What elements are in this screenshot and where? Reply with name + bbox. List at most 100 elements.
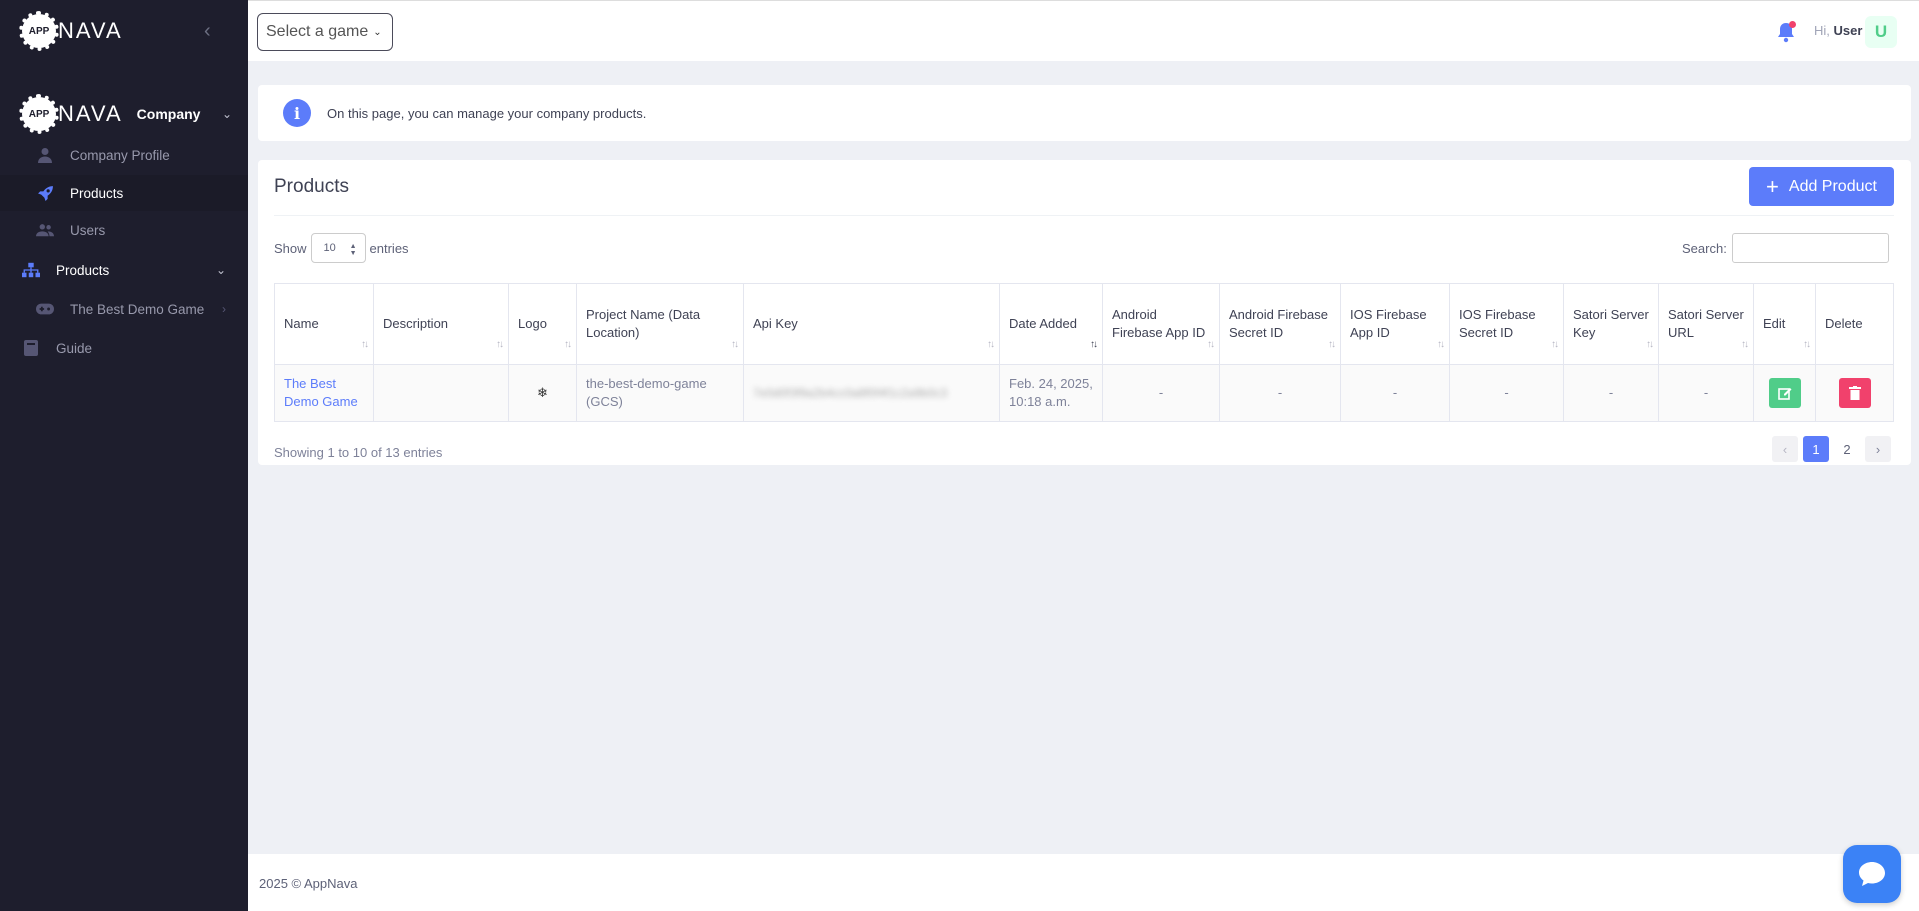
column-header-logo[interactable]: Logo ↑↓	[508, 283, 577, 365]
product-name-link[interactable]: The Best Demo Game	[284, 376, 358, 409]
cell-edit	[1753, 364, 1816, 422]
page-length-control: Show 10 ▲ ▼ entries	[274, 233, 409, 263]
sidebar-item-guide[interactable]: Guide	[0, 330, 248, 366]
user-greeting[interactable]: Hi, User	[1814, 23, 1862, 38]
sort-icon: ↑↓	[1741, 339, 1749, 350]
cell-satori-url: -	[1658, 364, 1754, 422]
sidebar-item-users[interactable]: Users	[0, 212, 248, 248]
user-icon	[36, 146, 54, 164]
sort-icon: ↑↓	[1437, 339, 1445, 350]
sidebar-item-label: Company Profile	[70, 147, 170, 163]
product-logo-icon: ❄	[537, 385, 548, 400]
chevron-down-icon: ⌄	[215, 263, 226, 277]
column-header-name[interactable]: Name ↑↓	[274, 283, 374, 365]
products-section-label: Products	[56, 262, 110, 278]
cell-satori-key: -	[1563, 364, 1659, 422]
edit-button[interactable]	[1768, 378, 1801, 408]
sidebar: APP NAVA ‹ APP NAVA Company ⌄ Company Pr…	[0, 0, 248, 911]
sidebar-item-label: Products	[70, 185, 124, 201]
column-header-date-added[interactable]: Date Added ↑↓	[999, 283, 1103, 365]
footer: 2025 © AppNava	[248, 854, 1919, 911]
cell-date-added: Feb. 24, 2025, 10:18 a.m.	[999, 364, 1103, 422]
column-header-android-secret-id[interactable]: Android Firebase Secret ID ↑↓	[1219, 283, 1341, 365]
column-header-description[interactable]: Description ↑↓	[373, 283, 509, 365]
show-label: Show	[274, 240, 307, 256]
info-icon: i	[283, 99, 311, 127]
cell-name: The Best Demo Game	[274, 364, 374, 422]
sidebar-item-the-best-demo-game[interactable]: The Best Demo Game ›	[0, 291, 248, 327]
cell-ios-secret-id: -	[1449, 364, 1564, 422]
cell-description	[373, 364, 509, 422]
entries-label: entries	[369, 240, 409, 256]
notification-bell-icon[interactable]	[1776, 21, 1798, 43]
sidebar-item-label: Guide	[56, 340, 93, 356]
cell-api-key: 7e0d0f3f9a2b4cc0a8f0f4f1c2a9b0c3	[743, 364, 1000, 422]
info-banner: i On this page, you can manage your comp…	[258, 85, 1911, 141]
company-section-toggle[interactable]: APP NAVA Company ⌄	[19, 94, 232, 134]
cell-ios-app-id: -	[1340, 364, 1450, 422]
page-button-1[interactable]: 1	[1803, 436, 1829, 462]
chat-launcher-button[interactable]	[1843, 845, 1901, 903]
game-select-dropdown[interactable]: Select a game ⌄	[257, 13, 393, 51]
delete-button[interactable]	[1838, 378, 1871, 408]
column-header-project-name[interactable]: Project Name (Data Location) ↑↓	[576, 283, 744, 365]
company-logo-wordmark: NAVA	[58, 101, 123, 126]
add-product-label: Add Product	[1788, 177, 1877, 195]
sidebar-item-company-profile[interactable]: Company Profile	[0, 137, 248, 173]
brand-logo[interactable]: APP NAVA	[19, 11, 123, 51]
info-message: On this page, you can manage your compan…	[327, 105, 647, 121]
sort-icon: ↑↓	[496, 339, 504, 350]
column-header-api-key[interactable]: Api Key ↑↓	[743, 283, 1000, 365]
sort-descending-icon: ↑↓	[1090, 339, 1098, 350]
user-name: User	[1833, 23, 1863, 38]
users-icon	[36, 221, 54, 239]
api-key-value: 7e0d0f3f9a2b4cc0a8f0f4f1c2a9b0c3	[753, 386, 948, 400]
notification-dot	[1789, 21, 1796, 28]
cell-project-name: the-best-demo-game (GCS)	[576, 364, 744, 422]
page-button-2[interactable]: 2	[1834, 436, 1860, 462]
previous-page-button[interactable]: ‹	[1772, 436, 1798, 462]
column-header-android-app-id[interactable]: Android Firebase App ID ↑↓	[1102, 283, 1220, 365]
divider	[274, 215, 1894, 216]
edit-icon	[1777, 388, 1791, 400]
gamepad-icon	[36, 300, 54, 318]
cell-logo: ❄	[508, 364, 577, 422]
chevron-down-icon: ⌄	[373, 26, 382, 38]
sort-icon: ↑↓	[564, 339, 572, 350]
search-label: Search:	[1682, 240, 1727, 256]
trash-icon	[1848, 386, 1861, 400]
sidebar-item-label: The Best Demo Game	[70, 301, 205, 317]
sort-icon: ↑↓	[1551, 339, 1559, 350]
page-title: Products	[274, 176, 349, 197]
copyright: 2025 © AppNava	[259, 876, 358, 891]
chevron-right-icon: ›	[222, 302, 226, 316]
next-page-button[interactable]: ›	[1865, 436, 1891, 462]
game-select-placeholder: Select a game	[266, 23, 369, 40]
rocket-icon	[36, 184, 54, 202]
top-header: Select a game ⌄ Hi, User U	[248, 0, 1919, 61]
gear-logo-icon: APP	[19, 11, 59, 51]
column-header-ios-app-id[interactable]: IOS Firebase App ID ↑↓	[1340, 283, 1450, 365]
products-section-toggle[interactable]: Products ⌄	[0, 252, 248, 288]
column-header-satori-url[interactable]: Satori Server URL ↑↓	[1658, 283, 1754, 365]
avatar[interactable]: U	[1865, 16, 1897, 48]
column-header-edit[interactable]: Edit ↑↓	[1753, 283, 1816, 365]
table-info: Showing 1 to 10 of 13 entries	[274, 445, 443, 460]
sort-icon: ↑↓	[1803, 339, 1811, 350]
products-table: Name ↑↓ Description ↑↓ Logo ↑↓ Project Name…	[274, 283, 1894, 422]
sort-arrows-icon: ▲ ▼	[349, 243, 357, 257]
search-input[interactable]	[1731, 233, 1889, 263]
book-icon	[22, 339, 40, 357]
sidebar-item-products[interactable]: Products	[0, 175, 248, 211]
products-card: Products + Add Product Show 10 ▲ ▼ entrie…	[258, 160, 1911, 465]
sitemap-icon	[22, 261, 40, 279]
table-row: The Best Demo Game ❄ the-best-demo-game …	[274, 364, 1894, 422]
page-length-select[interactable]: 10 ▲ ▼	[310, 233, 366, 263]
column-header-ios-secret-id[interactable]: IOS Firebase Secret ID ↑↓	[1449, 283, 1564, 365]
add-product-button[interactable]: + Add Product	[1749, 167, 1894, 206]
cell-delete	[1815, 364, 1894, 422]
column-header-satori-key[interactable]: Satori Server Key ↑↓	[1563, 283, 1659, 365]
sort-icon: ↑↓	[731, 339, 739, 350]
sidebar-collapse-icon[interactable]: ‹	[204, 20, 211, 43]
column-header-delete[interactable]: Delete	[1815, 283, 1894, 365]
